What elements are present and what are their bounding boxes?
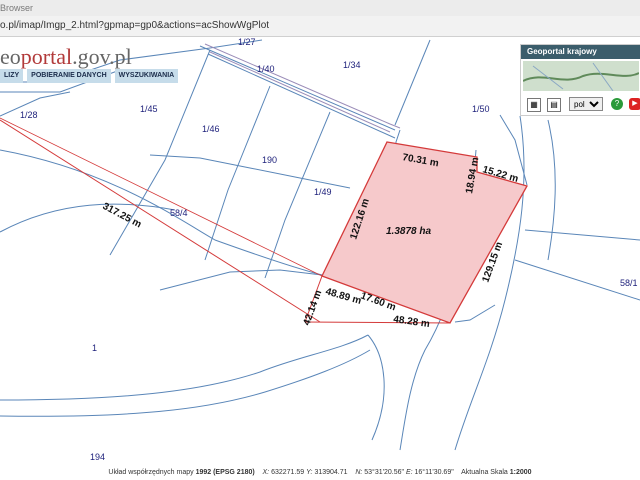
- parcel-label: 1: [92, 343, 97, 353]
- status-n-value: 53°31'20.56": [364, 469, 404, 476]
- address-url: o.pl/imap/Imgp_2.html?gpmap=gp0&actions=…: [0, 20, 270, 31]
- status-e-label: E:: [405, 469, 413, 476]
- parcel-label: 58/1: [620, 278, 638, 288]
- parcel-line: [454, 304, 496, 323]
- video-icon[interactable]: ▶: [629, 98, 640, 110]
- parcel-line: [0, 203, 176, 233]
- parcel-line: [0, 334, 369, 401]
- status-y-label: Y:: [306, 469, 313, 476]
- widget-controls: ▦ ▤ pol ? ▶: [521, 95, 640, 113]
- overview-map[interactable]: [522, 61, 640, 92]
- widget-title[interactable]: Geoportal krajowy: [521, 45, 640, 59]
- parcel-line: [159, 269, 323, 291]
- area-label: 1.3878 ha: [386, 226, 431, 237]
- parcel-label: 1/49: [314, 187, 332, 197]
- logo-suffix: .gov.pl: [72, 44, 132, 69]
- print-icon[interactable]: ▦: [527, 98, 541, 112]
- status-x-label: X:: [262, 469, 270, 476]
- parcel-label: 194: [90, 452, 105, 462]
- address-bar[interactable]: o.pl/imap/Imgp_2.html?gpmap=gp0&actions=…: [0, 16, 640, 37]
- grid-icon[interactable]: ▤: [547, 98, 561, 112]
- parcel-label: 1/46: [202, 124, 220, 134]
- logo-prefix: eo: [0, 44, 21, 69]
- measure-line: [0, 119, 321, 323]
- parcel-line: [199, 45, 396, 131]
- logo-accent: portal: [20, 44, 73, 69]
- status-scale-label: Aktualna Skala: [461, 469, 508, 476]
- menu-item-pobieranie[interactable]: POBIERANIE DANYCH: [27, 69, 111, 83]
- parcel-line: [547, 119, 556, 261]
- menu-item-analizy[interactable]: LIZY: [0, 69, 24, 83]
- dimension-label: 48.28 m: [393, 314, 431, 330]
- status-n-label: N:: [355, 469, 363, 476]
- parcel-line: [367, 334, 385, 441]
- parcel-label: 1/45: [140, 104, 158, 114]
- parcel-label: 1/40: [257, 64, 275, 74]
- parcel-label: 1/50: [472, 104, 490, 114]
- parcel-line: [524, 229, 640, 241]
- status-bar: Układ współrzędnych mapy 1992 (EPSG 2180…: [0, 466, 640, 480]
- parcel-line: [0, 349, 371, 417]
- status-x-value: 632271.59: [271, 469, 305, 476]
- parcel-label: 1/34: [343, 60, 361, 70]
- browser-title: Browser: [0, 3, 34, 13]
- help-icon[interactable]: ?: [611, 98, 623, 110]
- road-line: [209, 51, 391, 133]
- status-system-label: Układ współrzędnych mapy: [108, 469, 194, 476]
- status-system-value: 1992 (EPSG 2180): [195, 469, 255, 476]
- top-menu: LIZY POBIERANIE DANYCH WYSZUKIWANIA: [0, 69, 179, 83]
- parcel-line: [204, 85, 271, 261]
- parcel-label: 1/28: [20, 110, 38, 120]
- dimension-label: 42.14 m: [301, 289, 324, 327]
- geoportal-widget: Geoportal krajowy ▦ ▤ pol ? ▶: [520, 44, 640, 116]
- language-select[interactable]: pol: [569, 97, 603, 111]
- status-scale-value: 1:2000: [509, 469, 532, 476]
- measure-line: [0, 117, 323, 277]
- menu-item-wyszukiwania[interactable]: WYSZUKIWANIA: [114, 69, 179, 83]
- browser-titlebar: Browser: [0, 0, 640, 16]
- parcel-line: [394, 39, 431, 126]
- status-e-value: 16°11'30.69": [414, 469, 454, 476]
- road-line: [204, 43, 401, 129]
- parcel-label: 1/27: [238, 37, 256, 47]
- parcel-label: 190: [262, 155, 277, 165]
- status-y-value: 313904.71: [314, 469, 348, 476]
- parcel-label: 58/4: [170, 208, 188, 218]
- parcel-line: [207, 53, 396, 139]
- geoportal-logo[interactable]: eoportal.gov.pl: [0, 44, 132, 70]
- road-lines: [204, 43, 401, 133]
- parcel-line: [149, 154, 351, 189]
